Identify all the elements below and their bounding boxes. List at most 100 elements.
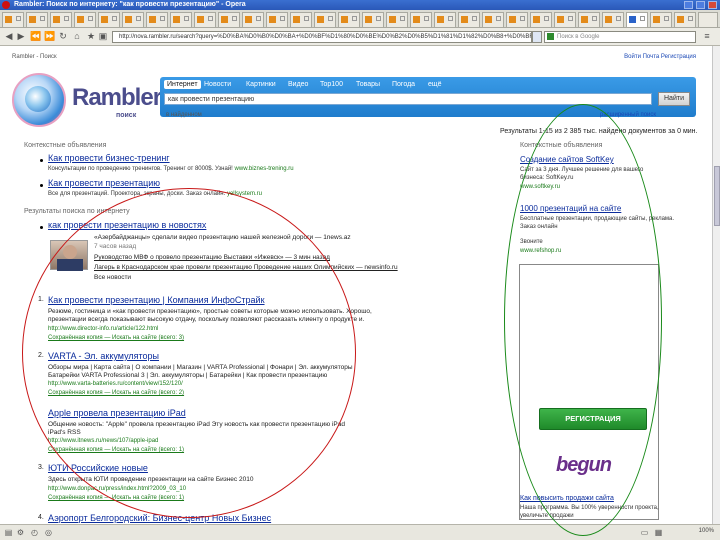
menu-icon[interactable]: ≡: [702, 31, 712, 42]
tab[interactable]: [146, 12, 168, 27]
news-block-title[interactable]: как провести презентацию в новостях: [48, 220, 206, 230]
fast-forward-icon[interactable]: ⏩: [44, 31, 55, 42]
bookmark-icon[interactable]: ★: [86, 31, 96, 42]
security-icon[interactable]: ▣: [98, 31, 108, 42]
tab[interactable]: [26, 12, 48, 27]
search-input[interactable]: [164, 93, 652, 105]
home-icon[interactable]: ⌂: [72, 31, 82, 42]
news-line-3[interactable]: Лагерь в Краснодарском крае провели през…: [94, 264, 398, 272]
tab[interactable]: [194, 12, 216, 27]
header-links[interactable]: Войти Почта Регистрация: [624, 54, 696, 60]
close-tab-icon[interactable]: [400, 16, 405, 21]
maximize-button[interactable]: [696, 1, 705, 9]
close-tab-icon[interactable]: [424, 16, 429, 21]
begun-logo[interactable]: begun: [556, 454, 612, 477]
tab[interactable]: [266, 12, 288, 27]
tab[interactable]: [386, 12, 408, 27]
settings-icon[interactable]: ⚙: [16, 528, 25, 537]
close-tab-icon[interactable]: [184, 16, 189, 21]
turbo-icon[interactable]: ◴: [30, 528, 39, 537]
close-tab-icon[interactable]: [472, 16, 477, 21]
tab[interactable]: [170, 12, 192, 27]
result-title-3[interactable]: Apple провела презентацию iPad: [48, 408, 186, 418]
close-tab-icon[interactable]: [592, 16, 597, 21]
reload-icon[interactable]: ↻: [58, 31, 68, 42]
rambler-logo[interactable]: Rambler поиск: [12, 71, 162, 133]
ad-left-title-1[interactable]: Как провести бизнес-тренинг: [48, 153, 170, 163]
news-more-link[interactable]: Все новости: [94, 274, 131, 282]
close-button[interactable]: [708, 1, 717, 9]
tab-internet[interactable]: Интернет: [164, 80, 201, 89]
tab-news[interactable]: Новости: [204, 81, 231, 88]
close-tab-icon[interactable]: [304, 16, 309, 21]
close-tab-icon[interactable]: [88, 16, 93, 21]
tab[interactable]: [314, 12, 336, 27]
tab[interactable]: [554, 12, 576, 27]
ad-left-url-1[interactable]: www.biznes-trening.ru: [235, 166, 294, 172]
close-tab-icon[interactable]: [520, 16, 525, 21]
close-tab-icon[interactable]: [112, 16, 117, 21]
result-url-3[interactable]: http://www.itnews.ru/news/107/apple-ipad: [48, 438, 158, 444]
forward-icon[interactable]: ▶: [16, 31, 26, 42]
tab[interactable]: [674, 12, 696, 27]
web-search-input[interactable]: Поиск в Google: [544, 31, 696, 43]
tab[interactable]: [50, 12, 72, 27]
tab[interactable]: [290, 12, 312, 27]
close-tab-icon[interactable]: [616, 16, 621, 21]
tab[interactable]: [74, 12, 96, 27]
tab[interactable]: [98, 12, 120, 27]
tab[interactable]: [506, 12, 528, 27]
vertical-scrollbar[interactable]: [712, 46, 720, 524]
tab[interactable]: [458, 12, 480, 27]
close-tab-icon[interactable]: [40, 16, 45, 21]
ad-right-footer-title[interactable]: Как повысить продажи сайта: [520, 495, 614, 502]
tab[interactable]: [650, 12, 672, 27]
tab-goods[interactable]: Товары: [356, 81, 380, 88]
tab[interactable]: [434, 12, 456, 27]
rewind-icon[interactable]: ⏪: [30, 31, 41, 42]
ad-right-title-1[interactable]: Создание сайтов SoftKey: [520, 155, 614, 164]
close-tab-icon[interactable]: [256, 16, 261, 21]
go-button[interactable]: [532, 31, 542, 43]
scrollbar-thumb[interactable]: [714, 166, 720, 226]
address-bar[interactable]: http://nova.rambler.ru/search?query=%D0%…: [112, 31, 532, 43]
tab-images[interactable]: Картинки: [246, 81, 276, 88]
tab[interactable]: [410, 12, 432, 27]
close-tab-icon[interactable]: [664, 16, 669, 21]
news-line-1[interactable]: «Азербайджанцы» сделали видео презентаци…: [94, 234, 351, 242]
result-links-1[interactable]: Сохранённая копия — Искать на сайте (все…: [48, 335, 184, 341]
banner-box[interactable]: [519, 264, 659, 520]
close-tab-icon[interactable]: [688, 16, 693, 21]
result-links-3[interactable]: Сохранённая копия — Искать на сайте (все…: [48, 447, 184, 453]
tab[interactable]: [218, 12, 240, 27]
zoom-level[interactable]: 100%: [699, 528, 714, 534]
ad-right-url-1[interactable]: www.softkey.ru: [520, 184, 560, 190]
result-title-5[interactable]: Аэропорт Белгородский: Бизнес-центр Новы…: [48, 513, 271, 523]
result-title-4[interactable]: ЮТИ Российские новые: [48, 463, 148, 473]
ad-right-call-url[interactable]: www.refshop.ru: [520, 248, 561, 254]
result-title-1[interactable]: Как провести презентацию | Компания Инфо…: [48, 295, 265, 305]
close-tab-icon[interactable]: [640, 16, 645, 21]
advanced-search-link[interactable]: расширенный поиск: [600, 112, 656, 118]
close-tab-icon[interactable]: [208, 16, 213, 21]
close-tab-icon[interactable]: [136, 16, 141, 21]
close-tab-icon[interactable]: [328, 16, 333, 21]
tab[interactable]: [338, 12, 360, 27]
close-tab-icon[interactable]: [232, 16, 237, 21]
tab-active[interactable]: [626, 12, 648, 27]
minimize-button[interactable]: [684, 1, 693, 9]
ad-right-title-2[interactable]: 1000 презентаций на сайте: [520, 204, 621, 213]
close-tab-icon[interactable]: [376, 16, 381, 21]
ad-left-title-2[interactable]: Как провести презентацию: [48, 178, 160, 188]
tab[interactable]: [2, 12, 24, 27]
tab[interactable]: [530, 12, 552, 27]
panel-toggle-icon[interactable]: ▤: [4, 528, 13, 537]
news-photo[interactable]: [50, 240, 88, 271]
tab[interactable]: [482, 12, 504, 27]
unite-icon[interactable]: ◎: [44, 528, 53, 537]
result-links-2[interactable]: Сохранённая копия — Искать на сайте (все…: [48, 390, 184, 396]
find-button[interactable]: Найти: [658, 92, 690, 106]
tab[interactable]: [362, 12, 384, 27]
tab-weather[interactable]: Погода: [392, 81, 415, 88]
close-tab-icon[interactable]: [16, 16, 21, 21]
